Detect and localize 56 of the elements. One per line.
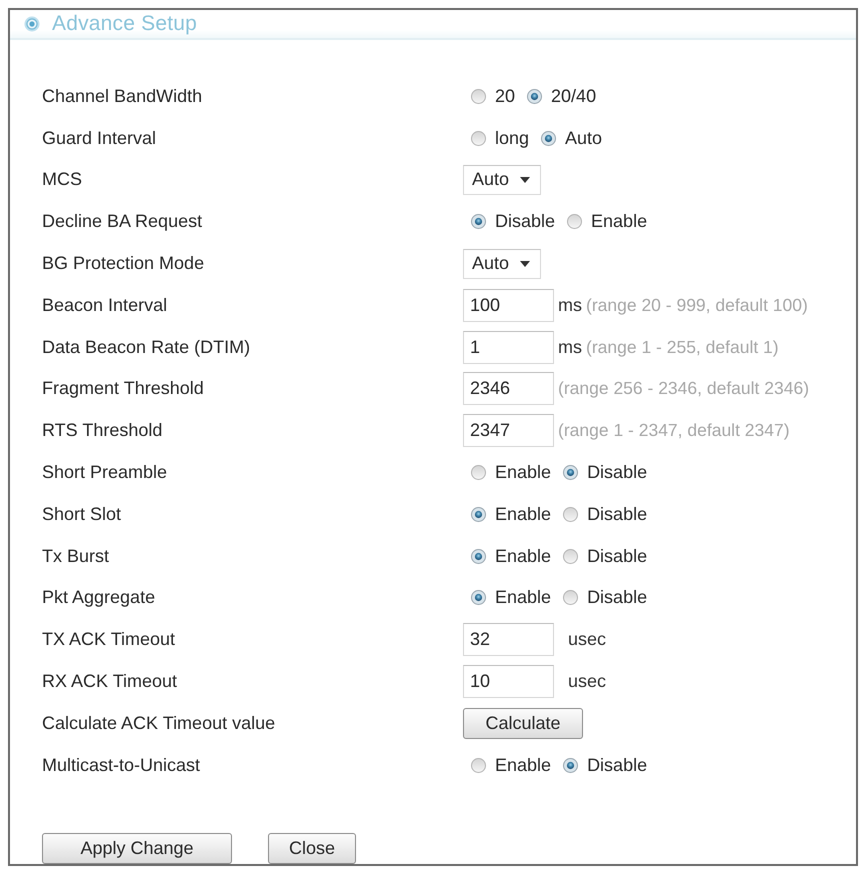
calculate-button[interactable]: Calculate	[463, 708, 583, 739]
setting-label: RX ACK Timeout	[42, 671, 178, 692]
text-field[interactable]: 1	[463, 330, 554, 364]
radio-option[interactable]: Disable	[563, 504, 648, 525]
apply-button[interactable]: Apply Change	[42, 833, 232, 864]
unit-label: ms	[558, 294, 582, 316]
close-button[interactable]: Close	[268, 833, 356, 864]
setting-label: Beacon Interval	[42, 294, 168, 316]
radio-option[interactable]: Disable	[563, 587, 648, 608]
radio-option[interactable]: Auto	[541, 128, 602, 149]
text-field[interactable]: 32	[463, 623, 554, 656]
radio-option[interactable]: Enable	[471, 587, 552, 608]
dropdown[interactable]: Auto	[463, 164, 541, 195]
radio-option[interactable]: Disable	[563, 546, 648, 567]
unit-label: usec	[568, 671, 606, 692]
setting-label: MCS	[42, 169, 82, 190]
text-field[interactable]: 2347	[463, 414, 554, 448]
setting-label: Guard Interval	[42, 128, 156, 149]
radio-option[interactable]: long	[471, 128, 530, 149]
dropdown[interactable]: Auto	[463, 248, 541, 279]
setting-label: RTS Threshold	[42, 420, 162, 442]
radio-option[interactable]: Enable	[471, 504, 552, 525]
range-hint: (range 1 - 255, default 1)	[586, 336, 779, 358]
text-field[interactable]: 2346	[463, 372, 554, 406]
radio-option[interactable]: Disable	[563, 462, 648, 484]
setting-label: Multicast-to-Unicast	[42, 754, 200, 776]
setting-label: Pkt Aggregate	[42, 587, 156, 608]
setting-label: BG Protection Mode	[42, 253, 204, 274]
radio-option[interactable]: Enable	[471, 754, 552, 776]
radio-option[interactable]: 20/40	[527, 86, 596, 107]
setting-label: Decline BA Request	[42, 211, 202, 232]
radio-option[interactable]: Disable	[563, 754, 648, 776]
radio-option[interactable]: Enable	[567, 211, 648, 232]
radio-option[interactable]: Enable	[471, 462, 552, 484]
setting-label: Calculate ACK Timeout value	[42, 712, 276, 734]
setting-label: Tx Burst	[42, 546, 110, 567]
text-field[interactable]: 10	[463, 665, 554, 698]
range-hint: (range 20 - 999, default 100)	[586, 294, 808, 316]
caret-icon	[520, 176, 530, 183]
setting-label: Short Slot	[42, 504, 122, 525]
radio-option[interactable]: Disable	[471, 211, 556, 232]
caret-icon	[520, 260, 530, 267]
text-field[interactable]: 100	[463, 288, 554, 322]
range-hint: (range 256 - 2346, default 2346)	[558, 378, 810, 400]
unit-label: usec	[568, 629, 606, 650]
setting-label: TX ACK Timeout	[42, 629, 176, 650]
setting-label: Fragment Threshold	[42, 378, 204, 400]
setting-label: Channel BandWidth	[42, 86, 202, 107]
setting-label: Data Beacon Rate (DTIM)	[42, 336, 250, 358]
target-icon	[24, 16, 40, 32]
setting-label: Short Preamble	[42, 462, 168, 484]
panel-title: Advance Setup	[52, 12, 198, 36]
range-hint: (range 1 - 2347, default 2347)	[558, 420, 790, 442]
unit-label: ms	[558, 336, 582, 358]
radio-option[interactable]: Enable	[471, 546, 552, 567]
radio-option[interactable]: 20	[471, 86, 516, 107]
